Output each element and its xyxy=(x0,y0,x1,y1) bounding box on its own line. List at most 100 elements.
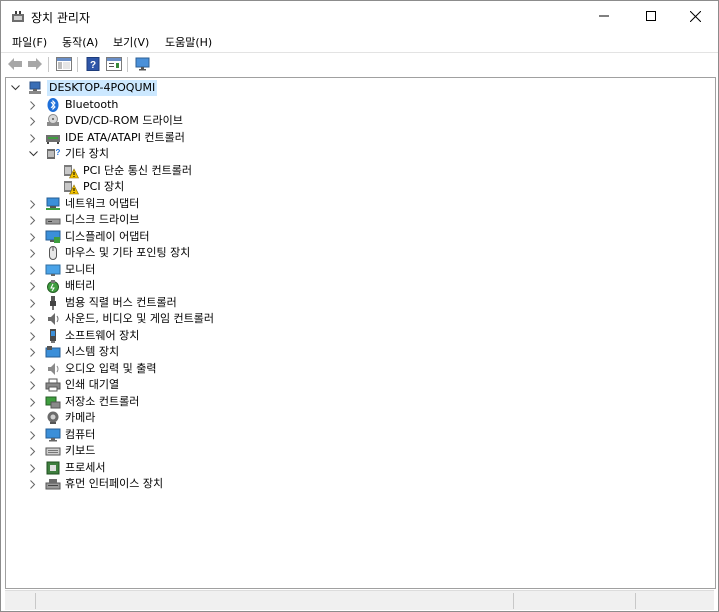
tree-item-bluetooth[interactable]: Bluetooth xyxy=(28,97,118,113)
chevron-right-icon[interactable] xyxy=(28,212,38,228)
tree-item-label: 오디오 입력 및 출력 xyxy=(65,362,157,375)
tree-item-label: 키보드 xyxy=(65,444,96,457)
chevron-right-icon[interactable] xyxy=(28,245,38,261)
show-hide-console-tree-button[interactable] xyxy=(55,56,73,72)
tree-child-pci-device[interactable]: PCI 장치 xyxy=(63,179,124,195)
help-button[interactable]: ? xyxy=(84,56,102,72)
tree-item-network[interactable]: 네트워크 어댑터 xyxy=(28,196,139,212)
window-title: 장치 관리자 xyxy=(31,11,91,25)
tree-item-disk[interactable]: 디스크 드라이브 xyxy=(28,212,139,228)
chevron-right-icon[interactable] xyxy=(28,361,38,377)
tree-item-label: PCI 장치 xyxy=(83,180,125,193)
battery-icon xyxy=(45,278,61,294)
network-adapter-icon xyxy=(45,196,61,212)
toolbar-separator xyxy=(77,57,78,72)
tree-item-label: 저장소 컨트롤러 xyxy=(65,395,140,408)
tree-item-mouse[interactable]: 마우스 및 기타 포인팅 장치 xyxy=(28,245,190,261)
chevron-right-icon[interactable] xyxy=(28,196,38,212)
menu-action[interactable]: 동작(A) xyxy=(62,34,98,50)
tree-item-ide[interactable]: IDE ATA/ATAPI 컨트롤러 xyxy=(28,130,185,146)
chevron-right-icon[interactable] xyxy=(28,97,38,113)
tree-item-computer[interactable]: 컴퓨터 xyxy=(28,427,95,443)
chevron-down-icon[interactable] xyxy=(10,80,20,96)
menu-file[interactable]: 파일(F) xyxy=(12,34,47,50)
chevron-right-icon[interactable] xyxy=(28,394,38,410)
scan-hardware-button[interactable] xyxy=(134,56,152,72)
status-divider xyxy=(513,593,514,609)
chevron-right-icon[interactable] xyxy=(28,113,38,129)
tree-item-label: 소프트웨어 장치 xyxy=(65,329,140,342)
back-button[interactable] xyxy=(6,56,24,72)
device-tree[interactable]: DESKTOP-4POQUMI Bluetooth DVD/CD-ROM 드라이… xyxy=(5,77,716,589)
tree-item-label: 휴먼 인터페이스 장치 xyxy=(65,477,164,490)
tree-item-label: 디스크 드라이브 xyxy=(65,213,140,226)
device-manager-icon xyxy=(10,9,26,25)
chevron-right-icon[interactable] xyxy=(28,410,38,426)
arrow-right-icon xyxy=(28,58,42,70)
help-icon: ? xyxy=(86,57,100,71)
tree-item-keyboard[interactable]: 키보드 xyxy=(28,443,95,459)
printer-icon xyxy=(45,377,61,393)
tree-item-print-queue[interactable]: 인쇄 대기열 xyxy=(28,377,119,393)
tree-root[interactable]: DESKTOP-4POQUMI xyxy=(10,80,158,96)
tree-item-usb[interactable]: 범용 직렬 버스 컨트롤러 xyxy=(28,295,177,311)
toolbar-separator xyxy=(48,57,49,72)
minimize-button[interactable] xyxy=(581,1,627,31)
tree-item-label: 범용 직렬 버스 컨트롤러 xyxy=(65,296,177,309)
menu-view[interactable]: 보기(V) xyxy=(113,34,149,50)
display-adapter-icon xyxy=(45,229,61,245)
audio-io-icon xyxy=(45,361,61,377)
tree-item-display[interactable]: 디스플레이 어댑터 xyxy=(28,229,149,245)
chevron-right-icon[interactable] xyxy=(28,295,38,311)
tree-item-sound[interactable]: 사운드, 비디오 및 게임 컨트롤러 xyxy=(28,311,214,327)
chevron-right-icon[interactable] xyxy=(28,344,38,360)
bluetooth-icon xyxy=(45,97,61,113)
close-button[interactable] xyxy=(672,1,718,31)
console-tree-icon xyxy=(56,57,72,71)
title-bar[interactable]: 장치 관리자 xyxy=(1,1,718,31)
device-manager-window: 장치 관리자 파일(F) 동작(A) 보기(V) 도움말(H) ? DESKTO… xyxy=(0,0,719,612)
forward-button[interactable] xyxy=(26,56,44,72)
tree-child-pci-simple-comm[interactable]: PCI 단순 통신 컨트롤러 xyxy=(63,163,192,179)
properties-button[interactable] xyxy=(105,56,123,72)
tree-item-audio-io[interactable]: 오디오 입력 및 출력 xyxy=(28,361,156,377)
tree-item-label: 모니터 xyxy=(65,263,96,276)
usb-icon xyxy=(45,295,61,311)
tree-root-label: DESKTOP-4POQUMI xyxy=(47,80,158,96)
tree-item-label: 기타 장치 xyxy=(65,147,109,160)
chevron-right-icon[interactable] xyxy=(28,130,38,146)
menu-help[interactable]: 도움말(H) xyxy=(165,34,212,50)
dvd-drive-icon xyxy=(45,113,61,129)
scan-hardware-icon xyxy=(135,57,150,71)
chevron-right-icon[interactable] xyxy=(28,328,38,344)
tree-item-label: 디스플레이 어댑터 xyxy=(65,230,150,243)
status-divider xyxy=(35,593,36,609)
tree-item-hid[interactable]: 휴먼 인터페이스 장치 xyxy=(28,476,163,492)
tree-item-system-device[interactable]: 시스템 장치 xyxy=(28,344,119,360)
tree-item-battery[interactable]: 배터리 xyxy=(28,278,95,294)
chevron-right-icon[interactable] xyxy=(28,427,38,443)
chevron-right-icon[interactable] xyxy=(28,229,38,245)
chevron-right-icon[interactable] xyxy=(28,311,38,327)
tree-item-processor[interactable]: 프로세서 xyxy=(28,460,105,476)
disk-drive-icon xyxy=(45,212,61,228)
tree-item-software-device[interactable]: 소프트웨어 장치 xyxy=(28,328,139,344)
tree-item-camera[interactable]: 카메라 xyxy=(28,410,95,426)
computer-root-icon xyxy=(27,80,43,96)
chevron-right-icon[interactable] xyxy=(28,443,38,459)
tree-item-label: 배터리 xyxy=(65,279,96,292)
tree-item-other-devices[interactable]: ? 기타 장치 xyxy=(28,146,109,162)
chevron-right-icon[interactable] xyxy=(28,278,38,294)
chevron-right-icon[interactable] xyxy=(28,460,38,476)
chevron-down-icon[interactable] xyxy=(28,146,38,162)
chevron-right-icon[interactable] xyxy=(28,377,38,393)
chevron-right-icon[interactable] xyxy=(28,476,38,492)
tree-item-dvd[interactable]: DVD/CD-ROM 드라이브 xyxy=(28,113,183,129)
chevron-right-icon[interactable] xyxy=(28,262,38,278)
processor-icon xyxy=(45,460,61,476)
maximize-button[interactable] xyxy=(628,1,674,31)
tree-item-storage[interactable]: 저장소 컨트롤러 xyxy=(28,394,139,410)
warning-device-icon xyxy=(63,163,79,179)
hid-icon xyxy=(45,476,61,492)
tree-item-monitor[interactable]: 모니터 xyxy=(28,262,95,278)
